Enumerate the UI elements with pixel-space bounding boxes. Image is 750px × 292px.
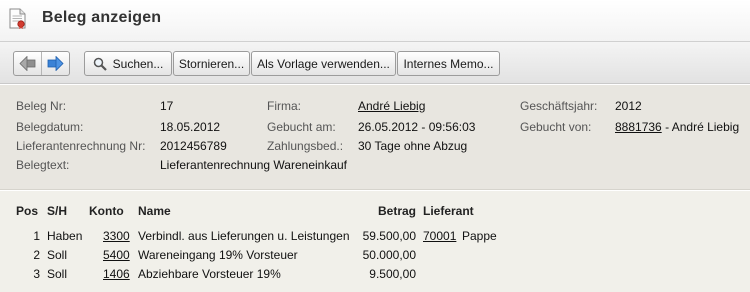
page-title: Beleg anzeigen — [42, 9, 162, 26]
use-as-template-button[interactable]: Als Vorlage verwenden... — [251, 51, 396, 76]
row-betrag: 59.500,00 — [362, 229, 416, 243]
column-header-name: Name — [138, 204, 171, 218]
toolbar: Suchen... Stornieren... Als Vorlage verw… — [0, 42, 750, 84]
forward-button[interactable] — [41, 52, 69, 75]
column-header-pos: Pos — [16, 204, 39, 218]
geschaeftsjahr-label: Geschäftsjahr: — [520, 99, 598, 113]
cancel-button-label: Stornieren... — [178, 56, 245, 71]
column-header-konto: Konto — [89, 204, 124, 218]
row-betrag: 50.000,00 — [362, 248, 416, 262]
zahlungsbed-label: Zahlungsbed.: — [267, 139, 344, 153]
belegtext-label: Belegtext: — [16, 158, 70, 172]
column-header-betrag: Betrag — [377, 204, 416, 218]
zahlungsbed-value: 30 Tage ohne Abzug — [358, 139, 468, 153]
gebucht-von-label: Gebucht von: — [520, 120, 592, 134]
document-icon — [9, 8, 26, 29]
postings-table: Pos S/H Konto Name Betrag Lieferant 1 Ha… — [0, 191, 750, 292]
row-konto-link[interactable]: 3300 — [103, 229, 130, 243]
belegtext-value: Lieferantenrechnung Wareneinkauf — [160, 158, 348, 172]
geschaeftsjahr-value: 2012 — [615, 99, 642, 113]
firma-label: Firma: — [267, 99, 301, 113]
row-lieferant-link[interactable]: 70001 — [423, 229, 456, 243]
row-name: Abziehbare Vorsteuer 19% — [138, 267, 281, 281]
cancel-button[interactable]: Stornieren... — [173, 51, 250, 76]
belegdatum-label: Belegdatum: — [16, 120, 84, 134]
back-button[interactable] — [14, 52, 41, 75]
row-pos: 3 — [33, 267, 40, 281]
beleg-nr-label: Beleg Nr: — [16, 99, 67, 113]
column-header-lieferant: Lieferant — [423, 204, 474, 218]
page-header: Beleg anzeigen — [0, 0, 750, 42]
row-konto-link[interactable]: 5400 — [103, 248, 130, 262]
row-konto-link[interactable]: 1406 — [103, 267, 130, 281]
row-name: Verbindl. aus Lieferungen u. Leistungen — [138, 229, 350, 243]
belegdatum-value: 18.05.2012 — [160, 120, 221, 134]
document-info: Beleg Nr: 17 Belegdatum: 18.05.2012 Lief… — [0, 85, 750, 190]
gebucht-von-user-link[interactable]: 8881736 — [615, 120, 662, 134]
gebucht-am-label: Gebucht am: — [267, 120, 336, 134]
row-betrag: 9.500,00 — [369, 267, 416, 281]
row-sh: Soll — [47, 248, 68, 262]
lieferantenrechnung-nr-label: Lieferantenrechnung Nr: — [16, 139, 146, 153]
firma-link[interactable]: André Liebig — [358, 99, 425, 113]
lieferantenrechnung-nr-value: 2012456789 — [160, 139, 227, 153]
arrow-left-icon — [19, 56, 36, 71]
row-sh: Haben — [47, 229, 83, 243]
magnifier-icon — [93, 57, 107, 71]
internal-memo-button[interactable]: Internes Memo... — [397, 51, 500, 76]
navigation-group — [13, 51, 70, 76]
gebucht-von-value: 8881736 - André Liebig — [615, 120, 739, 134]
gebucht-am-value: 26.05.2012 - 09:56:03 — [358, 120, 476, 134]
internal-memo-button-label: Internes Memo... — [403, 56, 494, 71]
row-name: Wareneingang 19% Vorsteuer — [138, 248, 298, 262]
column-header-sh: S/H — [47, 204, 68, 218]
search-button[interactable]: Suchen... — [84, 51, 172, 76]
row-pos: 2 — [33, 248, 40, 262]
row-lieferant-name: Pappe — [462, 229, 497, 243]
beleg-nr-value: 17 — [160, 99, 174, 113]
arrow-right-icon — [47, 56, 64, 71]
use-as-template-button-label: Als Vorlage verwenden... — [257, 56, 390, 71]
gebucht-von-user-name: - André Liebig — [665, 120, 740, 134]
search-button-label: Suchen... — [112, 56, 164, 71]
row-pos: 1 — [33, 229, 40, 243]
row-sh: Soll — [47, 267, 68, 281]
